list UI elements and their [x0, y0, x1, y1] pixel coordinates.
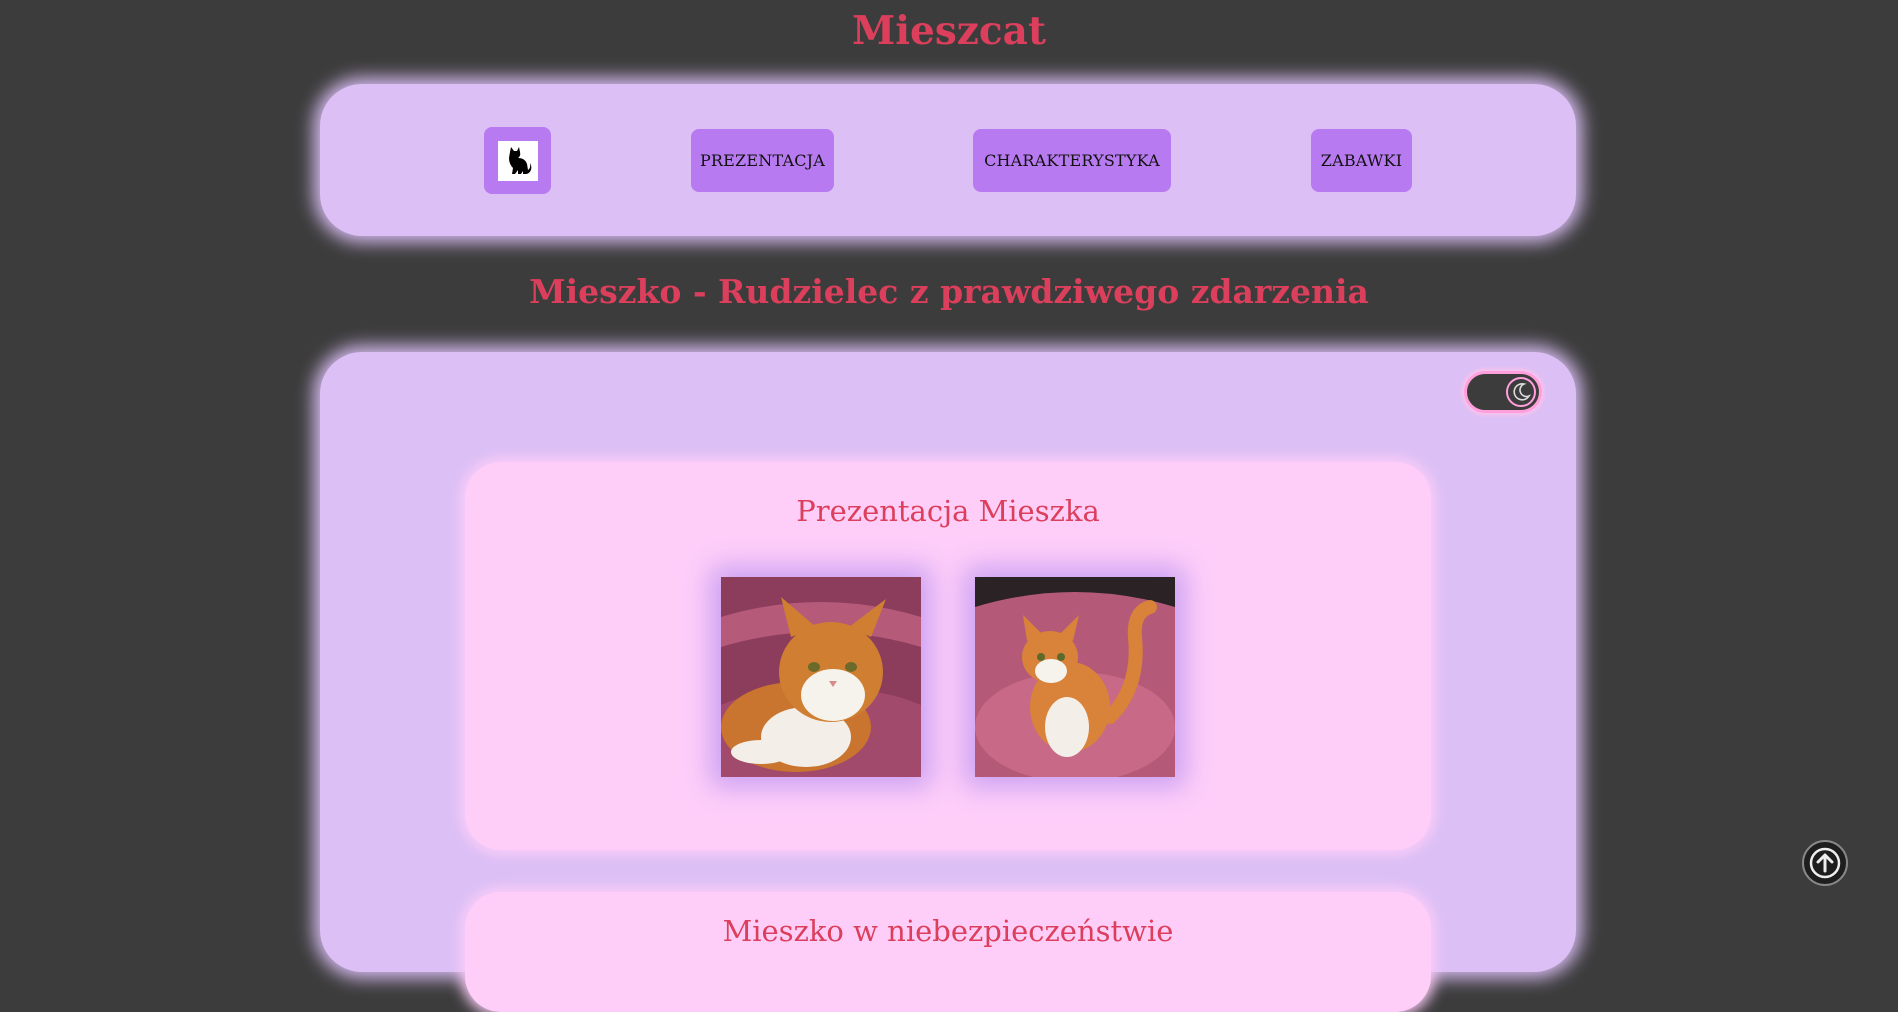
theme-toggle[interactable] [1464, 371, 1542, 413]
presentation-card: Prezentacja Mieszka [465, 462, 1431, 850]
danger-card: Mieszko w niebezpieczeństwie [465, 892, 1431, 1012]
cat-photo-lying [721, 577, 921, 777]
content-panel: Prezentacja Mieszka Mieszko w niebezpiec… [320, 352, 1576, 1012]
section-title: Prezentacja Mieszka [796, 494, 1100, 528]
page-heading: Mieszko - Rudzielec z prawdziwego zdarze… [529, 272, 1369, 311]
nav-item-charakterystyka[interactable]: CHARAKTERYSTYKA [973, 129, 1171, 192]
nav-item-zabawki[interactable]: ZABAWKI [1311, 129, 1412, 192]
home-logo-button[interactable] [484, 127, 551, 194]
moon-icon [1506, 377, 1536, 407]
cat-silhouette-icon [497, 140, 538, 181]
scroll-top-button[interactable] [1802, 840, 1848, 886]
section-title: Mieszko w niebezpieczeństwie [722, 914, 1174, 948]
site-title: Mieszcat [852, 8, 1046, 54]
cat-photo-sitting [975, 577, 1175, 777]
arrow-up-icon [1809, 847, 1841, 879]
nav-item-prezentacja[interactable]: PREZENTACJA [691, 129, 834, 192]
nav-panel: PREZENTACJA CHARAKTERYSTYKA ZABAWKI [320, 84, 1576, 236]
